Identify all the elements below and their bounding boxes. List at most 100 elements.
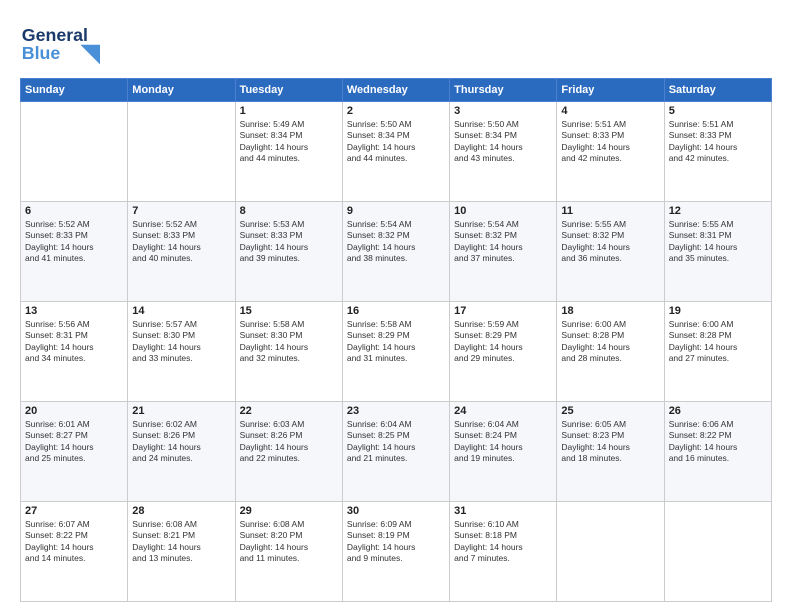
cell-line: Daylight: 14 hours xyxy=(132,542,230,553)
cell-line: and 19 minutes. xyxy=(454,453,552,464)
day-number: 8 xyxy=(240,205,338,217)
logo: General Blue xyxy=(20,18,100,68)
calendar-cell xyxy=(664,502,771,602)
calendar-week-row: 6Sunrise: 5:52 AMSunset: 8:33 PMDaylight… xyxy=(21,202,772,302)
cell-line: and 43 minutes. xyxy=(454,153,552,164)
cell-line: Daylight: 14 hours xyxy=(561,342,659,353)
day-number: 29 xyxy=(240,505,338,517)
calendar-cell: 13Sunrise: 5:56 AMSunset: 8:31 PMDayligh… xyxy=(21,302,128,402)
cell-line: Sunrise: 5:57 AM xyxy=(132,319,230,330)
cell-line: Sunrise: 5:56 AM xyxy=(25,319,123,330)
day-number: 2 xyxy=(347,105,445,117)
cell-line: Sunrise: 6:00 AM xyxy=(669,319,767,330)
cell-line: Sunrise: 5:55 AM xyxy=(561,219,659,230)
cell-line: Sunset: 8:26 PM xyxy=(240,430,338,441)
day-number: 9 xyxy=(347,205,445,217)
cell-line: and 7 minutes. xyxy=(454,553,552,564)
day-number: 10 xyxy=(454,205,552,217)
day-number: 31 xyxy=(454,505,552,517)
cell-line: and 42 minutes. xyxy=(561,153,659,164)
calendar-cell: 19 Sunrise: 6:00 AMSunset: 8:28 PMDayligh… xyxy=(664,302,771,402)
day-number: 16 xyxy=(347,305,445,317)
weekday-header-monday: Monday xyxy=(128,79,235,102)
cell-line: Sunset: 8:23 PM xyxy=(561,430,659,441)
calendar-cell: 29Sunrise: 6:08 AMSunset: 8:20 PMDayligh… xyxy=(235,502,342,602)
cell-line: Daylight: 14 hours xyxy=(132,342,230,353)
cell-line: and 33 minutes. xyxy=(132,353,230,364)
logo-svg: General Blue xyxy=(20,18,100,68)
cell-line: Sunrise: 5:51 AM xyxy=(561,119,659,130)
cell-line: and 21 minutes. xyxy=(347,453,445,464)
day-number: 21 xyxy=(132,405,230,417)
cell-line: and 44 minutes. xyxy=(347,153,445,164)
cell-line: Sunset: 8:21 PM xyxy=(132,530,230,541)
day-number: 22 xyxy=(240,405,338,417)
cell-line: Sunset: 8:33 PM xyxy=(240,230,338,241)
day-number: 24 xyxy=(454,405,552,417)
day-number: 19 xyxy=(669,305,767,317)
day-number: 17 xyxy=(454,305,552,317)
cell-line: Sunrise: 5:54 AM xyxy=(347,219,445,230)
cell-info: Sunrise: 6:06 AMSunset: 8:22 PMDaylight:… xyxy=(669,419,767,465)
cell-line: Sunset: 8:31 PM xyxy=(25,330,123,341)
cell-line: and 27 minutes. xyxy=(669,353,767,364)
calendar-table: SundayMondayTuesdayWednesdayThursdayFrid… xyxy=(20,78,772,602)
calendar-cell: 21Sunrise: 6:02 AMSunset: 8:26 PMDayligh… xyxy=(128,402,235,502)
day-number: 15 xyxy=(240,305,338,317)
cell-line: Sunset: 8:19 PM xyxy=(347,530,445,541)
cell-line: Daylight: 14 hours xyxy=(25,442,123,453)
cell-line: and 36 minutes. xyxy=(561,253,659,264)
cell-line: Sunrise: 5:53 AM xyxy=(240,219,338,230)
cell-line: Daylight: 14 hours xyxy=(347,442,445,453)
cell-line: Sunset: 8:18 PM xyxy=(454,530,552,541)
calendar-week-row: 1Sunrise: 5:49 AMSunset: 8:34 PMDaylight… xyxy=(21,102,772,202)
calendar-cell xyxy=(557,502,664,602)
cell-line: Daylight: 14 hours xyxy=(240,542,338,553)
cell-line: and 18 minutes. xyxy=(561,453,659,464)
cell-info: Sunrise: 6:08 AMSunset: 8:21 PMDaylight:… xyxy=(132,519,230,565)
cell-info: Sunrise: 5:56 AMSunset: 8:31 PMDaylight:… xyxy=(25,319,123,365)
day-number: 18 xyxy=(561,305,659,317)
cell-line: Daylight: 14 hours xyxy=(454,142,552,153)
weekday-header-sunday: Sunday xyxy=(21,79,128,102)
cell-line: Sunrise: 5:58 AM xyxy=(240,319,338,330)
cell-line: and 31 minutes. xyxy=(347,353,445,364)
cell-line: Sunrise: 6:04 AM xyxy=(347,419,445,430)
cell-line: Sunset: 8:33 PM xyxy=(25,230,123,241)
cell-info: Sunrise: 6:05 AMSunset: 8:23 PMDaylight:… xyxy=(561,419,659,465)
calendar-cell: 5Sunrise: 5:51 AMSunset: 8:33 PMDaylight… xyxy=(664,102,771,202)
day-number: 14 xyxy=(132,305,230,317)
day-number: 23 xyxy=(347,405,445,417)
cell-line: Daylight: 14 hours xyxy=(347,142,445,153)
cell-line: Sunset: 8:28 PM xyxy=(561,330,659,341)
cell-line: Daylight: 14 hours xyxy=(561,142,659,153)
cell-line: Sunset: 8:31 PM xyxy=(669,230,767,241)
day-number: 7 xyxy=(132,205,230,217)
cell-info: Sunrise: 5:50 AMSunset: 8:34 PMDaylight:… xyxy=(347,119,445,165)
header: General Blue xyxy=(20,18,772,68)
cell-line: Sunset: 8:28 PM xyxy=(669,330,767,341)
cell-info: Sunrise: 5:53 AMSunset: 8:33 PMDaylight:… xyxy=(240,219,338,265)
cell-line: Sunset: 8:34 PM xyxy=(454,130,552,141)
calendar-cell: 28Sunrise: 6:08 AMSunset: 8:21 PMDayligh… xyxy=(128,502,235,602)
cell-line: Daylight: 14 hours xyxy=(25,542,123,553)
cell-line: Sunrise: 5:54 AM xyxy=(454,219,552,230)
cell-line: Sunset: 8:32 PM xyxy=(347,230,445,241)
day-number: 4 xyxy=(561,105,659,117)
calendar-cell: 15 Sunrise: 5:58 AMSunset: 8:30 PMDayligh… xyxy=(235,302,342,402)
calendar-week-row: 13Sunrise: 5:56 AMSunset: 8:31 PMDayligh… xyxy=(21,302,772,402)
calendar-cell: 9Sunrise: 5:54 AMSunset: 8:32 PMDaylight… xyxy=(342,202,449,302)
calendar-cell: 12Sunrise: 5:55 AMSunset: 8:31 PMDayligh… xyxy=(664,202,771,302)
day-number: 25 xyxy=(561,405,659,417)
calendar-cell: 1Sunrise: 5:49 AMSunset: 8:34 PMDaylight… xyxy=(235,102,342,202)
cell-line: Sunrise: 6:03 AM xyxy=(240,419,338,430)
cell-info: Sunrise: 6:07 AMSunset: 8:22 PMDaylight:… xyxy=(25,519,123,565)
cell-info: Sunrise: 5:58 AMSunset: 8:30 PMDaylight:… xyxy=(240,319,338,365)
cell-line: Daylight: 14 hours xyxy=(25,342,123,353)
cell-info: Sunrise: 6:00 AMSunset: 8:28 PMDaylight:… xyxy=(669,319,767,365)
cell-line: Sunset: 8:32 PM xyxy=(454,230,552,241)
cell-line: and 25 minutes. xyxy=(25,453,123,464)
calendar-cell xyxy=(128,102,235,202)
cell-line: Sunset: 8:22 PM xyxy=(25,530,123,541)
cell-line: Daylight: 14 hours xyxy=(240,142,338,153)
